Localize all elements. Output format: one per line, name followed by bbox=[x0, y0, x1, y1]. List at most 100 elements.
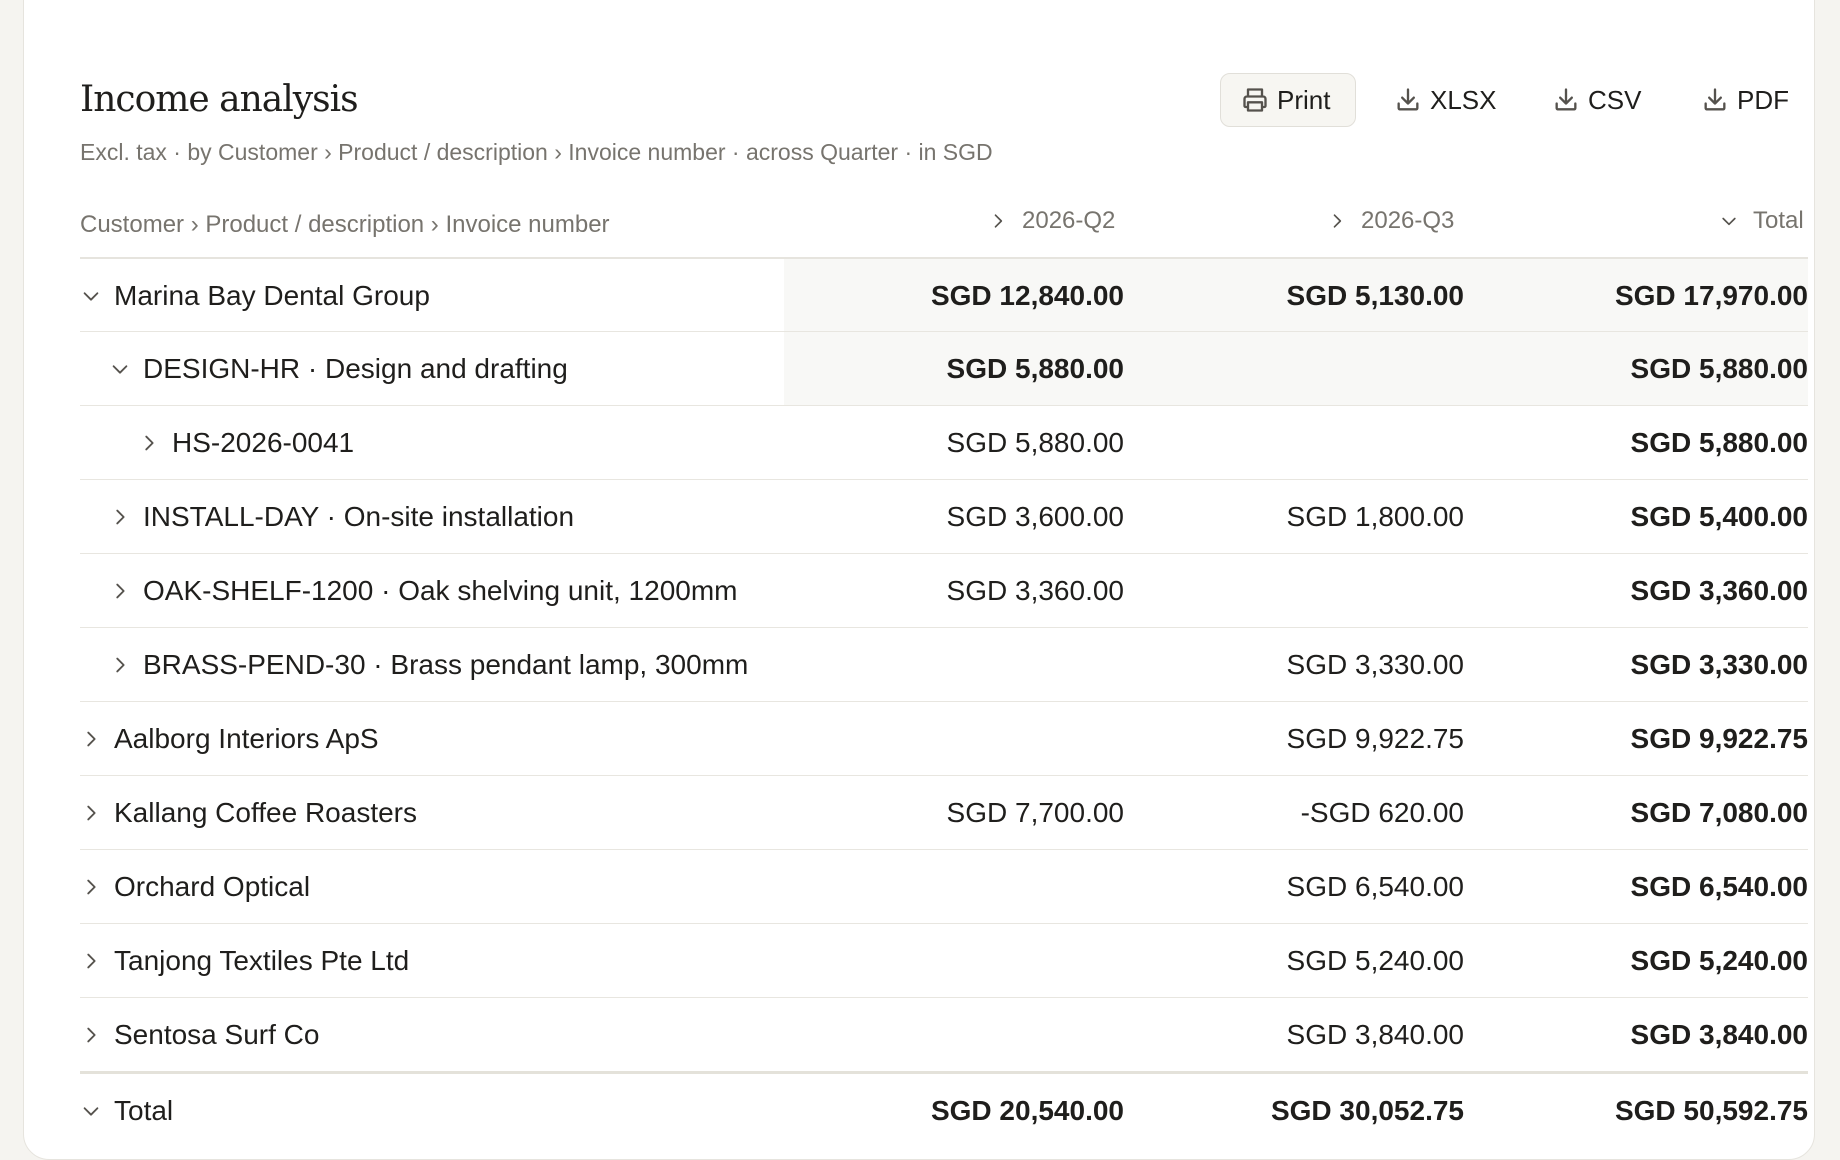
export-xlsx-button[interactable]: XLSX bbox=[1394, 73, 1497, 127]
table-row[interactable]: Aalborg Interiors ApS SGD 9,922.75 SGD 9… bbox=[80, 701, 1808, 775]
table-row[interactable]: INSTALL-DAY · On-site installation SGD 3… bbox=[80, 479, 1808, 553]
column-header-group: Customer › Product / description › Invoi… bbox=[80, 209, 610, 241]
cell-q3: SGD 5,130.00 bbox=[1286, 280, 1464, 311]
page-subtitle: Excl. tax · by Customer › Product / desc… bbox=[80, 139, 993, 165]
column-header-q2[interactable]: 2026-Q2 bbox=[988, 205, 1115, 237]
chevron-down-icon bbox=[83, 292, 99, 301]
row-label[interactable]: DESIGN-HR · Design and drafting bbox=[109, 332, 568, 406]
cell-q3: -SGD 620.00 bbox=[1300, 797, 1464, 828]
cell-total: SGD 3,360.00 bbox=[1630, 575, 1808, 606]
chevron-right-icon bbox=[1333, 214, 1342, 228]
pdf-label: PDF bbox=[1737, 84, 1789, 115]
cell-q3: SGD 3,840.00 bbox=[1286, 1019, 1464, 1050]
chevron-right-icon bbox=[87, 879, 96, 895]
csv-label: CSV bbox=[1588, 84, 1642, 115]
group-header-label: Customer › Product / description › Invoi… bbox=[80, 211, 610, 238]
table-row[interactable]: OAK-SHELF-1200 · Oak shelving unit, 1200… bbox=[80, 553, 1808, 627]
cell-q2: SGD 5,880.00 bbox=[946, 353, 1124, 384]
print-button[interactable]: Print bbox=[1220, 73, 1356, 127]
row-label[interactable]: Kallang Coffee Roasters bbox=[80, 776, 417, 850]
cell-q2: SGD 3,600.00 bbox=[946, 501, 1124, 532]
table-row[interactable]: Orchard Optical SGD 6,540.00 SGD 6,540.0… bbox=[80, 849, 1808, 923]
table-row[interactable]: Marina Bay Dental Group SGD 12,840.00 SG… bbox=[80, 257, 1808, 331]
chevron-right-icon bbox=[145, 435, 154, 451]
chevron-right-icon bbox=[116, 657, 125, 673]
chevron-right-icon bbox=[87, 953, 96, 969]
cell-q3: SGD 6,540.00 bbox=[1286, 871, 1464, 902]
table-row[interactable]: Sentosa Surf Co SGD 3,840.00 SGD 3,840.0… bbox=[80, 997, 1808, 1071]
download-icon bbox=[1397, 88, 1419, 111]
row-label-text: INSTALL-DAY · On-site installation bbox=[143, 501, 575, 532]
page-title: Income analysis bbox=[80, 79, 359, 120]
printer-icon bbox=[1243, 88, 1267, 112]
table-row[interactable]: Kallang Coffee Roasters SGD 7,700.00 -SG… bbox=[80, 775, 1808, 849]
q3-header-label: 2026-Q3 bbox=[1361, 207, 1455, 234]
row-label[interactable]: Orchard Optical bbox=[80, 850, 310, 924]
download-icon bbox=[1704, 88, 1726, 111]
cell-q2: SGD 3,360.00 bbox=[946, 575, 1124, 606]
cell-q2: SGD 12,840.00 bbox=[930, 280, 1124, 311]
export-csv-button[interactable]: CSV bbox=[1552, 73, 1641, 127]
total-header-label: Total bbox=[1753, 207, 1804, 234]
cell-total: SGD 5,240.00 bbox=[1630, 945, 1808, 976]
chevron-right-icon bbox=[87, 1027, 96, 1043]
row-label[interactable]: Sentosa Surf Co bbox=[80, 998, 319, 1072]
row-label[interactable]: OAK-SHELF-1200 · Oak shelving unit, 1200… bbox=[109, 554, 737, 628]
chevron-right-icon bbox=[87, 731, 96, 747]
chevron-right-icon bbox=[87, 805, 96, 821]
cell-q2: SGD 7,700.00 bbox=[946, 797, 1124, 828]
table-row[interactable]: DESIGN-HR · Design and drafting SGD 5,88… bbox=[80, 331, 1808, 405]
cell-q3: SGD 3,330.00 bbox=[1286, 649, 1464, 680]
row-label[interactable]: INSTALL-DAY · On-site installation bbox=[109, 480, 574, 554]
cell-total: SGD 9,922.75 bbox=[1630, 723, 1808, 754]
grand-total-row[interactable]: Total SGD 20,540.00 SGD 30,052.75 SGD 50… bbox=[80, 1071, 1808, 1145]
row-label[interactable]: Tanjong Textiles Pte Ltd bbox=[80, 924, 409, 998]
row-label-text: Orchard Optical bbox=[114, 871, 311, 902]
chevron-down-icon bbox=[112, 365, 128, 374]
row-label[interactable]: Aalborg Interiors ApS bbox=[80, 702, 379, 776]
row-label[interactable]: Marina Bay Dental Group bbox=[80, 259, 430, 333]
row-label[interactable]: BRASS-PEND-30 · Brass pendant lamp, 300m… bbox=[109, 628, 748, 702]
xlsx-label: XLSX bbox=[1430, 84, 1497, 115]
report-card: Income analysis Excl. tax · by Customer … bbox=[23, 0, 1815, 1160]
chevron-right-icon bbox=[116, 509, 125, 525]
export-pdf-button[interactable]: PDF bbox=[1701, 73, 1789, 127]
table-row[interactable]: HS-2026-0041 SGD 5,880.00 SGD 5,880.00 bbox=[80, 405, 1808, 479]
print-label: Print bbox=[1277, 84, 1331, 115]
row-label[interactable]: HS-2026-0041 bbox=[138, 406, 354, 480]
row-label[interactable]: Total bbox=[80, 1074, 173, 1148]
cell-total: SGD 3,840.00 bbox=[1630, 1019, 1808, 1050]
row-label-text: Marina Bay Dental Group bbox=[114, 280, 430, 311]
pivot-table: Marina Bay Dental Group SGD 12,840.00 SG… bbox=[80, 257, 1808, 1145]
grand-total-q3: SGD 30,052.75 bbox=[1270, 1095, 1464, 1126]
chevron-down-icon bbox=[83, 1107, 99, 1116]
chevron-down-icon bbox=[1722, 217, 1736, 226]
grand-total-value: SGD 50,592.75 bbox=[1614, 1095, 1808, 1126]
table-row[interactable]: Tanjong Textiles Pte Ltd SGD 5,240.00 SG… bbox=[80, 923, 1808, 997]
cell-q3: SGD 5,240.00 bbox=[1286, 945, 1464, 976]
chevron-right-icon bbox=[994, 214, 1003, 228]
row-label-text: DESIGN-HR · Design and drafting bbox=[143, 353, 568, 384]
row-label-text: BRASS-PEND-30 · Brass pendant lamp, 300m… bbox=[143, 649, 749, 680]
cell-total: SGD 5,880.00 bbox=[1630, 427, 1808, 458]
cell-total: SGD 6,540.00 bbox=[1630, 871, 1808, 902]
row-label-text: Tanjong Textiles Pte Ltd bbox=[114, 945, 410, 976]
cell-total: SGD 17,970.00 bbox=[1614, 280, 1808, 311]
cell-q3: SGD 1,800.00 bbox=[1286, 501, 1464, 532]
row-label-text: HS-2026-0041 bbox=[172, 427, 355, 458]
column-header-total[interactable]: Total bbox=[1719, 205, 1804, 237]
chevron-right-icon bbox=[116, 583, 125, 599]
row-label-text: Kallang Coffee Roasters bbox=[114, 797, 417, 828]
cell-total: SGD 7,080.00 bbox=[1630, 797, 1808, 828]
cell-total: SGD 3,330.00 bbox=[1630, 649, 1808, 680]
cell-q3: SGD 9,922.75 bbox=[1286, 723, 1464, 754]
column-header-q3[interactable]: 2026-Q3 bbox=[1327, 205, 1454, 237]
table-row[interactable]: BRASS-PEND-30 · Brass pendant lamp, 300m… bbox=[80, 627, 1808, 701]
row-label-text: OAK-SHELF-1200 · Oak shelving unit, 1200… bbox=[143, 575, 738, 606]
grand-total-label: Total bbox=[114, 1095, 174, 1126]
row-label-text: Sentosa Surf Co bbox=[114, 1019, 320, 1050]
q2-header-label: 2026-Q2 bbox=[1022, 207, 1116, 234]
cell-total: SGD 5,880.00 bbox=[1630, 353, 1808, 384]
cell-total: SGD 5,400.00 bbox=[1630, 501, 1808, 532]
cell-q2: SGD 5,880.00 bbox=[946, 427, 1124, 458]
